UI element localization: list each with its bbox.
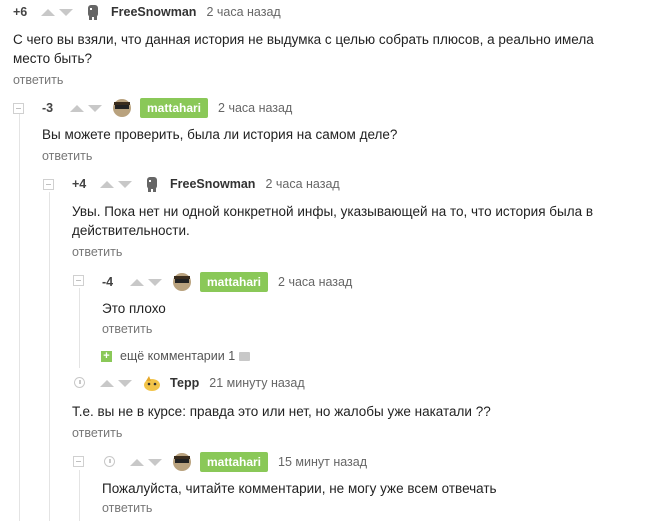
reply-button[interactable]: ответить (102, 501, 152, 515)
comment-time[interactable]: 2 часа назад (278, 275, 352, 289)
avatar[interactable] (83, 2, 103, 22)
downvote-icon[interactable] (148, 278, 162, 286)
upvote-icon[interactable] (130, 278, 144, 286)
reply-button[interactable]: ответить (72, 245, 122, 259)
collapse-icon[interactable] (43, 179, 54, 190)
comment-header: -3 mattahari 2 часа назад (42, 96, 292, 120)
downvote-icon[interactable] (118, 379, 132, 387)
comment-text: Вы можете проверить, была ли история на … (42, 127, 398, 142)
thread-line (79, 470, 80, 521)
comment-header: Терр 21 минуту назад (72, 371, 305, 395)
thread-line (79, 288, 80, 368)
comment-author[interactable]: FreeSnowman (111, 5, 196, 19)
comment-time[interactable]: 2 часа назад (265, 177, 339, 191)
comment-score: +6 (13, 5, 28, 19)
reply-button[interactable]: ответить (42, 149, 92, 163)
comment-author[interactable]: Терр (170, 376, 199, 390)
more-comments-label: ещё комментарии (120, 349, 225, 363)
comment-time[interactable]: 2 часа назад (206, 5, 280, 19)
plus-icon: + (101, 350, 112, 362)
reply-button[interactable]: ответить (13, 73, 63, 87)
avatar[interactable] (142, 373, 162, 393)
more-comments-count: 1 (228, 349, 236, 363)
comment-author[interactable]: mattahari (200, 452, 269, 472)
collapse-icon[interactable] (13, 103, 24, 114)
comment-text: Пожалуйста, читайте комментарии, не могу… (102, 481, 497, 496)
upvote-icon[interactable] (41, 8, 55, 16)
avatar[interactable] (112, 98, 132, 118)
upvote-icon[interactable] (70, 104, 84, 112)
comment-author[interactable]: mattahari (140, 98, 209, 118)
comment-text: Это плохо (102, 301, 166, 316)
avatar[interactable] (172, 272, 192, 292)
collapse-icon[interactable] (73, 456, 84, 467)
upvote-icon[interactable] (100, 180, 114, 188)
comment-time[interactable]: 21 минуту назад (209, 376, 304, 390)
reply-button[interactable]: ответить (72, 426, 122, 440)
comment-time[interactable]: 2 часа назад (218, 101, 292, 115)
collapse-icon[interactable] (73, 275, 84, 286)
comment-header: +6 FreeSnowman 2 часа назад (13, 0, 281, 24)
comment-text: Т.е. вы не в курсе: правда это или нет, … (72, 404, 491, 419)
comment-header: mattahari 15 минут назад (102, 450, 367, 474)
comment-header: -4 mattahari 2 часа назад (102, 270, 352, 294)
upvote-icon[interactable] (100, 379, 114, 387)
comment-text: С чего вы взяли, что данная история не в… (13, 32, 594, 66)
comment-icon (239, 351, 251, 361)
comment-time[interactable]: 15 минут назад (278, 455, 367, 469)
comment-score: +4 (72, 177, 87, 191)
comment-author[interactable]: FreeSnowman (170, 177, 255, 191)
downvote-icon[interactable] (59, 8, 73, 16)
more-comments-link[interactable]: + ещё комментарии 1 (101, 349, 251, 363)
thread-line (19, 112, 20, 521)
reply-button[interactable]: ответить (102, 322, 152, 336)
thread-line (49, 192, 50, 521)
avatar[interactable] (142, 174, 162, 194)
comment-text: Увы. Пока нет ни одной конкретной инфы, … (72, 204, 594, 238)
comment-header: +4 FreeSnowman 2 часа назад (72, 172, 340, 196)
downvote-icon[interactable] (88, 104, 102, 112)
downvote-icon[interactable] (118, 180, 132, 188)
upvote-icon[interactable] (130, 458, 144, 466)
comment-score: -4 (102, 275, 114, 289)
comment-score: -3 (42, 101, 54, 115)
downvote-icon[interactable] (148, 458, 162, 466)
avatar[interactable] (172, 452, 192, 472)
comment-author[interactable]: mattahari (200, 272, 269, 292)
